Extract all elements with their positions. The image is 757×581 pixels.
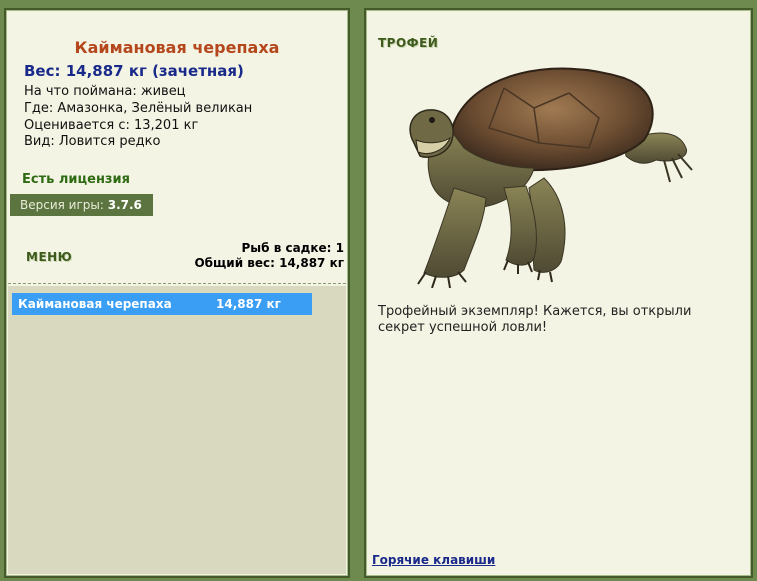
hotkeys-link[interactable]: Горячие клавиши [372,553,495,567]
version-label: Версия игры: [20,198,104,212]
species-info: Вид: Ловится редко [24,134,161,149]
divider [8,283,346,284]
fish-info-panel: Каймановая черепаха Вес: 14,887 кг (заче… [4,8,350,578]
trophy-text: Трофейный экземпляр! Кажется, вы открыли… [378,304,692,335]
trophy-panel: ТРОФЕЙ Трофейный экземпляр! Кажется, вы … [364,8,753,578]
turtle-image [409,67,693,288]
game-version-box: Версия игры: 3.7.6 [10,194,153,216]
list-item[interactable]: Каймановая черепаха 14,887 кг [12,293,312,315]
valuation-info: Оценивается с: 13,201 кг [24,118,199,133]
catch-name: Каймановая черепаха [18,297,172,311]
keep-net-total-weight: Общий вес: 14,887 кг [194,256,344,270]
keep-net-summary: Рыб в садке: 1 Общий вес: 14,887 кг [194,241,344,271]
version-value: 3.7.6 [107,198,142,212]
fish-title: Каймановая черепаха [74,38,280,57]
location-info: Где: Амазонка, Зелёный великан [24,101,253,116]
menu-button[interactable]: МЕНЮ [26,250,72,264]
keep-net-count: Рыб в садке: 1 [241,241,345,255]
license-status: Есть лицензия [22,172,130,187]
fish-weight: Вес: 14,887 кг (зачетная) [24,62,244,80]
catch-list: Каймановая черепаха 14,887 кг [8,286,346,574]
bait-info: На что поймана: живец [24,84,186,99]
catch-weight: 14,887 кг [216,297,281,311]
